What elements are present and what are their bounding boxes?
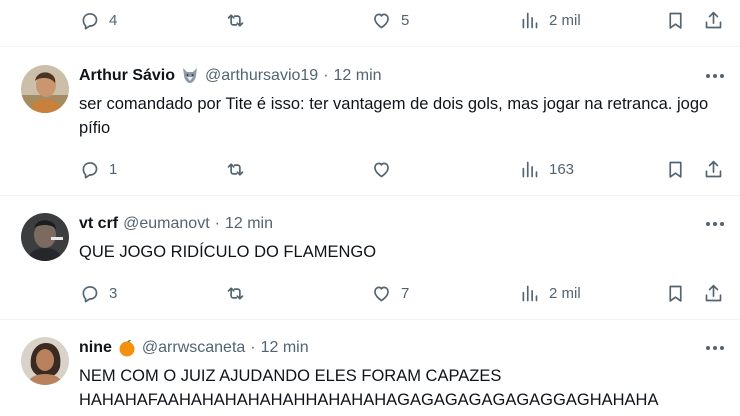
- views-icon: [522, 12, 538, 28]
- like-button[interactable]: 5: [371, 0, 409, 40]
- views-icon: [522, 161, 538, 177]
- user-handle[interactable]: @arrwscaneta: [142, 339, 245, 357]
- share-icon: [705, 160, 722, 177]
- reply-icon: [82, 161, 98, 178]
- reply-button[interactable]: 4: [79, 0, 117, 40]
- share-button[interactable]: [703, 273, 724, 313]
- separator-dot: ·: [323, 67, 329, 84]
- tweet-action-bar: 1 163: [0, 149, 740, 189]
- repost-icon: [227, 162, 244, 176]
- user-handle[interactable]: @eumanovt: [123, 215, 210, 233]
- more-options-button[interactable]: [700, 337, 730, 359]
- views-count: 2 mil: [549, 11, 581, 29]
- display-name[interactable]: vt crf: [79, 215, 118, 233]
- bookmark-button[interactable]: [665, 149, 686, 189]
- views-count: 2 mil: [549, 284, 581, 302]
- bookmark-icon: [669, 285, 682, 302]
- heart-icon: [374, 162, 389, 177]
- like-button[interactable]: 7: [371, 273, 409, 313]
- tweet-action-bar: 4 5 2 mil: [0, 0, 740, 40]
- share-icon: [705, 284, 722, 301]
- views-button[interactable]: 2 mil: [519, 0, 581, 40]
- reply-button[interactable]: 3: [79, 273, 117, 313]
- tweet-text: NEM COM O JUIZ AJUDANDO ELES FORAM CAPAZ…: [79, 367, 659, 409]
- bookmark-icon: [669, 12, 682, 29]
- more-options-button[interactable]: [700, 65, 730, 87]
- tweet-header: nine @arrwscaneta · 12 min: [79, 337, 309, 359]
- avatar[interactable]: [21, 337, 69, 385]
- bookmark-button[interactable]: [665, 273, 686, 313]
- heart-icon: [374, 13, 389, 28]
- share-button[interactable]: [703, 0, 724, 40]
- repost-icon: [227, 13, 244, 27]
- tweet[interactable]: nine @arrwscaneta · 12 min NEM COM O JUI…: [0, 337, 740, 416]
- divider: [0, 319, 740, 320]
- views-count: 163: [549, 160, 575, 178]
- tweet-text: QUE JOGO RIDÍCULO DO FLAMENGO: [79, 243, 377, 261]
- avatar[interactable]: [21, 65, 69, 113]
- reply-count: 1: [109, 160, 118, 178]
- more-options-button[interactable]: [700, 213, 730, 235]
- orange-emoji-icon: [117, 338, 137, 358]
- repost-button[interactable]: [225, 149, 246, 189]
- display-name[interactable]: Arthur Sávio: [79, 67, 175, 85]
- bookmark-icon: [669, 161, 682, 178]
- divider: [0, 195, 740, 196]
- avatar[interactable]: [21, 213, 69, 261]
- like-count: 5: [401, 11, 410, 29]
- repost-button[interactable]: [225, 273, 246, 313]
- tweet-text: ser comandado por Tite é isso: ter vanta…: [79, 95, 713, 137]
- bookmark-button[interactable]: [665, 0, 686, 40]
- heart-icon: [374, 286, 389, 301]
- reply-icon: [82, 285, 98, 302]
- repost-button[interactable]: [225, 0, 246, 40]
- repost-icon: [227, 286, 244, 300]
- views-button[interactable]: 2 mil: [519, 273, 581, 313]
- display-name[interactable]: nine: [79, 339, 112, 357]
- separator-dot: ·: [250, 339, 256, 356]
- tweet[interactable]: vt crf @eumanovt · 12 min QUE JOGO RIDÍC…: [0, 213, 740, 317]
- timestamp[interactable]: 12 min: [261, 339, 309, 357]
- reply-button[interactable]: 1: [79, 149, 117, 189]
- reply-count: 4: [109, 11, 118, 29]
- reply-count: 3: [109, 284, 118, 302]
- wolf-emoji-icon: [180, 66, 200, 86]
- reply-icon: [82, 12, 98, 29]
- share-button[interactable]: [703, 149, 724, 189]
- tweet-action-bar: 3 7 2 mil: [0, 273, 740, 313]
- views-button[interactable]: 163: [519, 149, 574, 189]
- tweet-header: Arthur Sávio @arthursavio19 · 12 min: [79, 65, 382, 87]
- divider: [0, 46, 740, 47]
- share-icon: [705, 11, 722, 28]
- tweet[interactable]: Arthur Sávio @arthursavio19 · 12 min ser…: [0, 65, 740, 195]
- views-icon: [522, 285, 538, 301]
- like-count: 7: [401, 284, 410, 302]
- like-button[interactable]: [371, 149, 392, 189]
- timestamp[interactable]: 12 min: [334, 67, 382, 85]
- user-handle[interactable]: @arthursavio19: [205, 67, 318, 85]
- timestamp[interactable]: 12 min: [225, 215, 273, 233]
- separator-dot: ·: [214, 215, 220, 232]
- tweet-header: vt crf @eumanovt · 12 min: [79, 213, 273, 235]
